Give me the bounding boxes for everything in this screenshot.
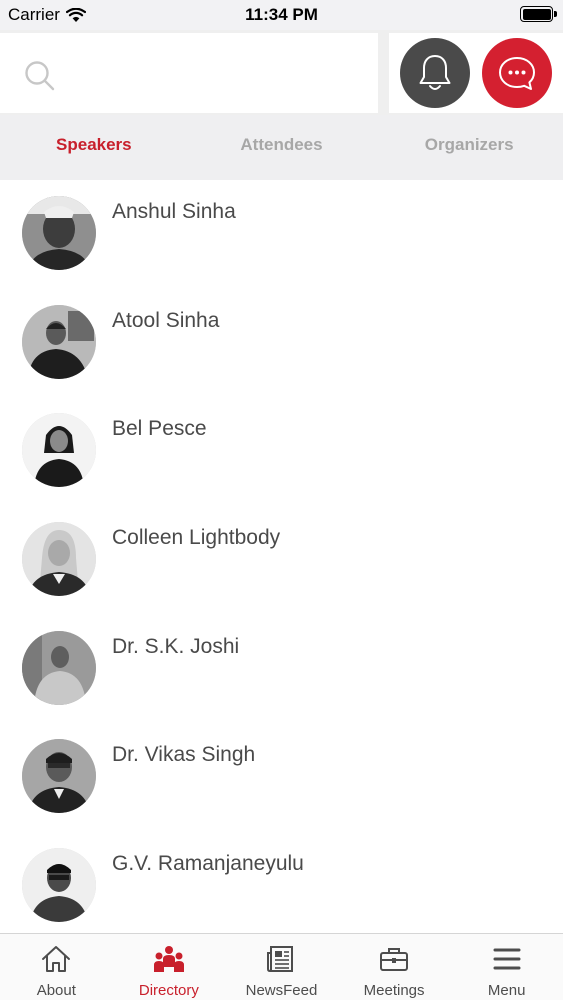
list-item[interactable]: Atool Sinha <box>0 289 563 398</box>
tab-speakers[interactable]: Speakers <box>0 115 188 180</box>
battery-icon <box>520 6 557 22</box>
list-item[interactable]: Dr. Vikas Singh <box>0 723 563 832</box>
list-item[interactable]: Dr. S.K. Joshi <box>0 615 563 724</box>
speaker-name: G.V. Ramanjaneyulu <box>112 852 304 876</box>
status-bar: Carrier 11:34 PM <box>0 0 563 30</box>
avatar <box>22 630 96 705</box>
list-item[interactable]: Colleen Lightbody <box>0 506 563 615</box>
speaker-name: Anshul Sinha <box>112 200 236 223</box>
tab-newsfeed-label: NewsFeed <box>245 982 318 999</box>
notifications-button[interactable] <box>400 38 470 108</box>
speaker-name: Colleen Lightbody <box>112 526 281 550</box>
search-input[interactable] <box>0 33 378 113</box>
bottom-tab-bar: About Directory NewsFeed Meetings Menu <box>0 933 563 1000</box>
search-icon <box>25 61 55 91</box>
avatar <box>22 739 96 814</box>
avatar <box>22 848 96 923</box>
action-panel <box>389 33 563 113</box>
hamburger-icon <box>493 948 521 970</box>
speaker-list: Anshul Sinha Atool Sinha Bel Pesce Colle… <box>0 180 563 933</box>
briefcase-icon <box>380 948 409 971</box>
tab-newsfeed[interactable]: NewsFeed <box>225 934 338 1000</box>
tab-attendees[interactable]: Attendees <box>188 115 376 180</box>
battery-level <box>522 8 551 20</box>
speaker-name: Dr. Vikas Singh <box>112 743 256 767</box>
tab-directory[interactable]: Directory <box>113 934 226 1000</box>
chat-button[interactable] <box>482 38 552 108</box>
tab-directory-label: Directory <box>138 982 199 999</box>
list-item[interactable]: Anshul Sinha <box>0 180 563 289</box>
people-icon <box>153 946 184 972</box>
speaker-name: Atool Sinha <box>112 308 220 332</box>
tab-meetings[interactable]: Meetings <box>338 934 451 1000</box>
newspaper-icon <box>267 946 294 972</box>
speaker-name: Dr. S.K. Joshi <box>112 634 240 658</box>
avatar <box>22 522 96 597</box>
avatar <box>22 196 96 270</box>
list-item[interactable]: G.V. Ramanjaneyulu <box>0 832 563 933</box>
directory-tabs: Speakers Attendees Organizers <box>0 115 563 180</box>
tab-menu[interactable]: Menu <box>450 934 563 1000</box>
list-item[interactable]: Bel Pesce <box>0 397 563 506</box>
tab-meetings-label: Meetings <box>363 982 425 999</box>
speaker-name: Bel Pesce <box>112 417 207 441</box>
avatar <box>22 413 96 488</box>
tab-about[interactable]: About <box>0 934 113 1000</box>
status-time: 11:34 PM <box>245 5 318 24</box>
tab-about-label: About <box>36 982 76 999</box>
top-bar <box>0 30 563 115</box>
tab-menu-label: Menu <box>487 982 526 999</box>
bell-icon <box>419 55 451 90</box>
home-icon <box>42 946 71 972</box>
tab-organizers[interactable]: Organizers <box>375 115 563 180</box>
avatar <box>22 304 96 379</box>
chat-bubble-icon <box>499 57 535 90</box>
